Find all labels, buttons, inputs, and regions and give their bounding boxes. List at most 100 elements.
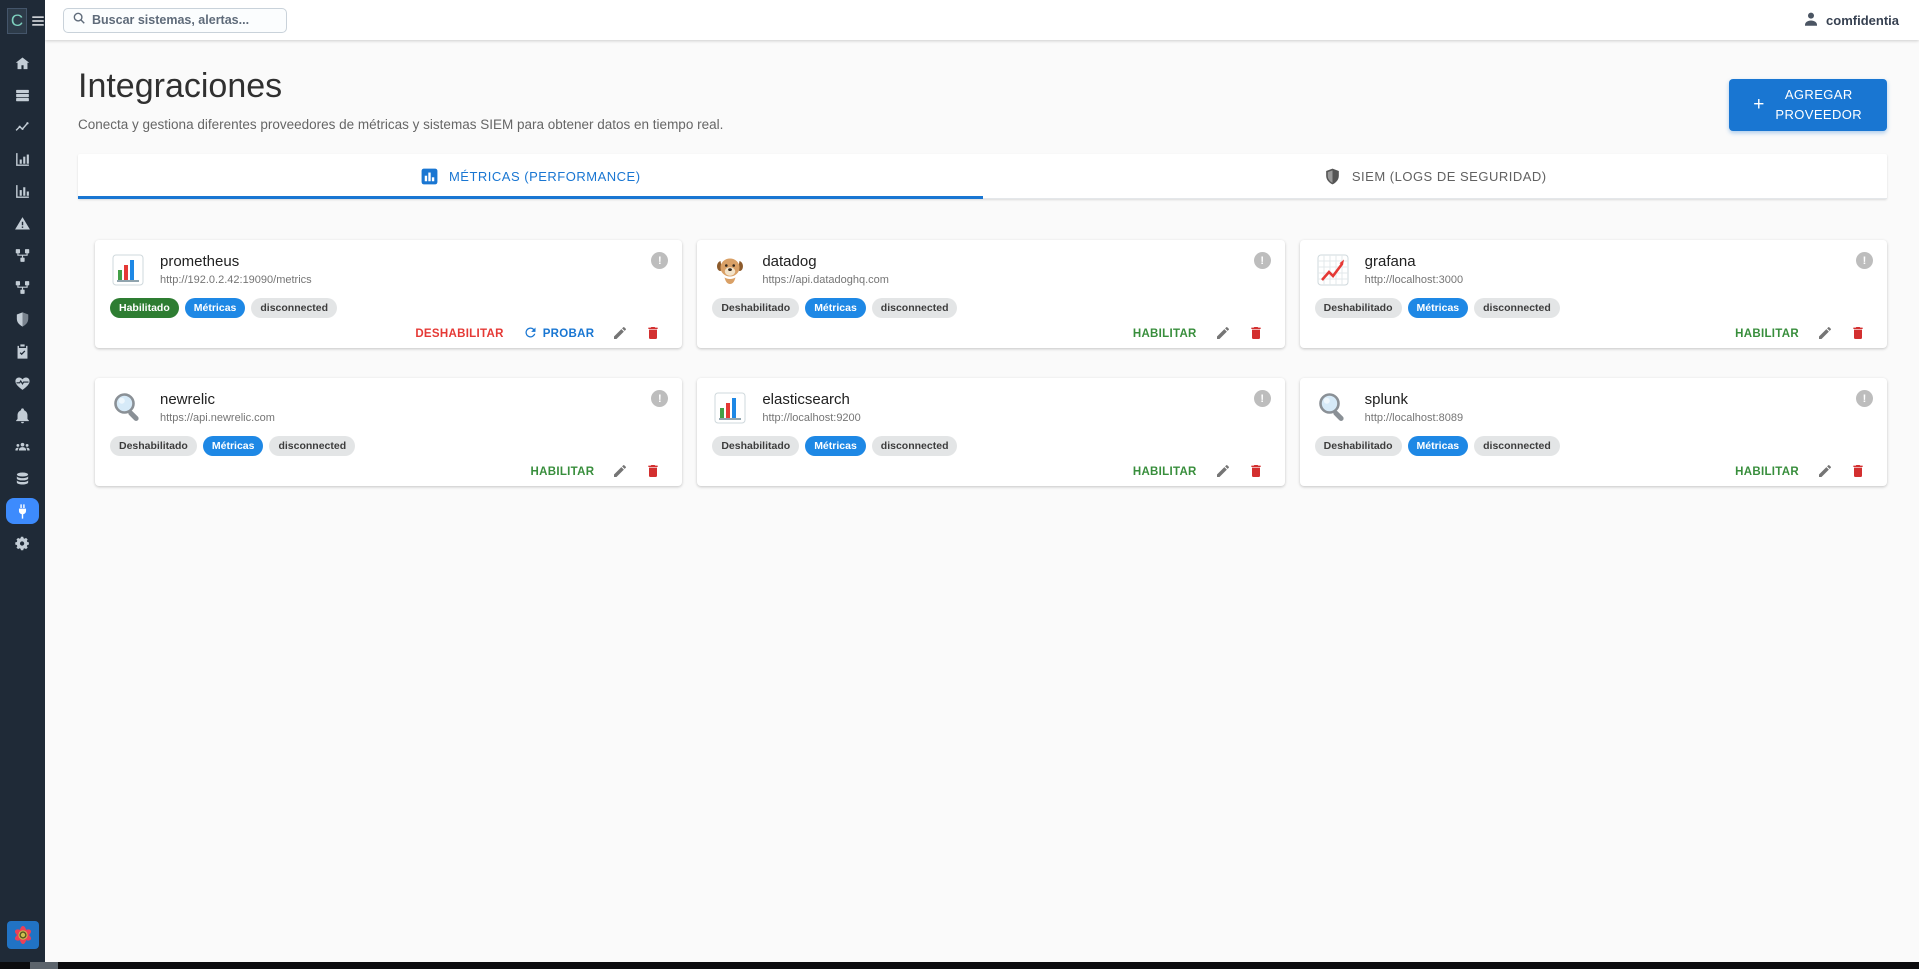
react-devtools-badge[interactable] (7, 921, 39, 954)
sidebar-item-database[interactable] (6, 466, 39, 492)
main-content: Integraciones Conecta y gestiona diferen… (45, 40, 1919, 486)
habilitar-button[interactable]: HABILITAR (524, 461, 602, 483)
provider-card-prometheus: prometheus http://192.0.2.42:19090/metri… (95, 240, 682, 348)
edit-button[interactable] (1209, 458, 1237, 486)
status-chip: disconnected (1474, 436, 1560, 456)
sidebar-item-servers[interactable] (6, 82, 39, 108)
provider-url: http://localhost:3000 (1365, 274, 1463, 286)
sidebar-item-bar-chart[interactable] (6, 146, 39, 172)
line-chart-icon (14, 119, 31, 136)
bottom-edge-strip (0, 962, 1919, 969)
card-actions: HABILITAR (1315, 458, 1872, 486)
edit-button[interactable] (1811, 458, 1839, 486)
sidebar-item-shield[interactable] (6, 306, 39, 332)
pencil-icon (612, 325, 628, 344)
habilitar-label: HABILITAR (1735, 466, 1799, 478)
bell-icon (14, 407, 31, 424)
card-actions: HABILITAR (712, 320, 1269, 348)
home-icon (14, 55, 31, 72)
edit-button[interactable] (606, 458, 634, 486)
delete-button[interactable] (639, 458, 667, 486)
status-chips: DeshabilitadoMétricasdisconnected (1315, 436, 1872, 456)
provider-url: https://api.datadoghq.com (762, 274, 889, 286)
alert-triangle-icon (14, 215, 31, 232)
delete-button[interactable] (1844, 458, 1872, 486)
deshabilitar-button[interactable]: DESHABILITAR (408, 323, 510, 345)
info-icon[interactable]: ! (1254, 390, 1271, 407)
tab-mtricas[interactable]: MÉTRICAS (PERFORMANCE) (78, 154, 983, 199)
edit-button[interactable] (606, 320, 634, 348)
app-logo[interactable]: C (7, 8, 27, 34)
database-icon (14, 471, 31, 488)
habilitar-label: HABILITAR (1133, 328, 1197, 340)
delete-button[interactable] (1844, 320, 1872, 348)
provider-card-header: datadog https://api.datadoghq.com (712, 252, 1269, 290)
info-icon[interactable]: ! (1254, 252, 1271, 269)
user-menu[interactable]: comfidentia (1802, 10, 1899, 31)
sidebar-item-clipboard-check[interactable] (6, 338, 39, 364)
add-provider-label: AGREGAR PROVEEDOR (1775, 85, 1863, 125)
sidebar-logo-row: C (0, 0, 45, 36)
status-chip: Deshabilitado (712, 436, 799, 456)
search-box[interactable] (63, 8, 287, 33)
edit-button[interactable] (1209, 320, 1237, 348)
magnifier-icon (1315, 390, 1353, 428)
status-chips: HabilitadoMétricasdisconnected (110, 298, 667, 318)
habilitar-label: HABILITAR (1133, 466, 1197, 478)
info-icon[interactable]: ! (1856, 252, 1873, 269)
tab-siem[interactable]: SIEM (LOGS DE SEGURIDAD) (983, 154, 1888, 199)
status-chip: Deshabilitado (1315, 436, 1402, 456)
status-chip: Métricas (805, 298, 866, 318)
habilitar-button[interactable]: HABILITAR (1126, 323, 1204, 345)
sidebar-item-bar-chart-2[interactable] (6, 178, 39, 204)
sidebar-item-plug[interactable] (6, 498, 39, 524)
provider-url: https://api.newrelic.com (160, 412, 275, 424)
hamburger-menu-icon[interactable] (31, 14, 45, 28)
delete-button[interactable] (1242, 458, 1270, 486)
sidebar-item-topology[interactable] (6, 242, 39, 268)
trash-icon (1850, 325, 1866, 344)
provider-url: http://localhost:8089 (1365, 412, 1463, 424)
habilitar-button[interactable]: HABILITAR (1728, 323, 1806, 345)
info-icon[interactable]: ! (1856, 390, 1873, 407)
habilitar-button[interactable]: HABILITAR (1126, 461, 1204, 483)
bar-chart-emoji-icon (712, 390, 750, 428)
status-chip: Deshabilitado (110, 436, 197, 456)
sidebar-item-home[interactable] (6, 50, 39, 76)
sidebar-item-alert-triangle[interactable] (6, 210, 39, 236)
provider-name: grafana (1365, 252, 1463, 270)
habilitar-button[interactable]: HABILITAR (1728, 461, 1806, 483)
status-chip: Deshabilitado (1315, 298, 1402, 318)
provider-card-newrelic: newrelic https://api.newrelic.com ! Desh… (95, 378, 682, 486)
clipboard-check-icon (14, 343, 31, 360)
add-provider-button[interactable]: + AGREGAR PROVEEDOR (1729, 79, 1887, 131)
search-input[interactable] (92, 13, 278, 27)
bar-chart-2-icon (14, 183, 31, 200)
status-chip: Métricas (185, 298, 246, 318)
provider-name: datadog (762, 252, 889, 270)
sidebar-item-bell[interactable] (6, 402, 39, 428)
edit-button[interactable] (1811, 320, 1839, 348)
bar-chart-tab-icon (420, 167, 439, 186)
cards-grid: prometheus http://192.0.2.42:19090/metri… (95, 240, 1887, 486)
plus-icon: + (1753, 94, 1765, 116)
sidebar-item-topology-2[interactable] (6, 274, 39, 300)
sidebar-item-users[interactable] (6, 434, 39, 460)
delete-button[interactable] (1242, 320, 1270, 348)
page-subtitle: Conecta y gestiona diferentes proveedore… (78, 117, 723, 132)
gear-icon (14, 535, 31, 552)
status-chip: Métricas (1408, 298, 1469, 318)
sidebar-item-gear[interactable] (6, 530, 39, 556)
sidebar-item-heart-pulse[interactable] (6, 370, 39, 396)
probar-button[interactable]: PROBAR (516, 320, 602, 348)
page-header: Integraciones Conecta y gestiona diferen… (78, 67, 1887, 132)
topology-2-icon (14, 279, 31, 296)
trash-icon (1850, 463, 1866, 482)
delete-button[interactable] (639, 320, 667, 348)
plug-icon (14, 503, 31, 520)
card-actions: DESHABILITAR PROBAR (110, 320, 667, 348)
provider-url: http://localhost:9200 (762, 412, 860, 424)
sidebar-item-line-chart[interactable] (6, 114, 39, 140)
provider-card-header: elasticsearch http://localhost:9200 (712, 390, 1269, 428)
sidebar: C (0, 0, 45, 962)
